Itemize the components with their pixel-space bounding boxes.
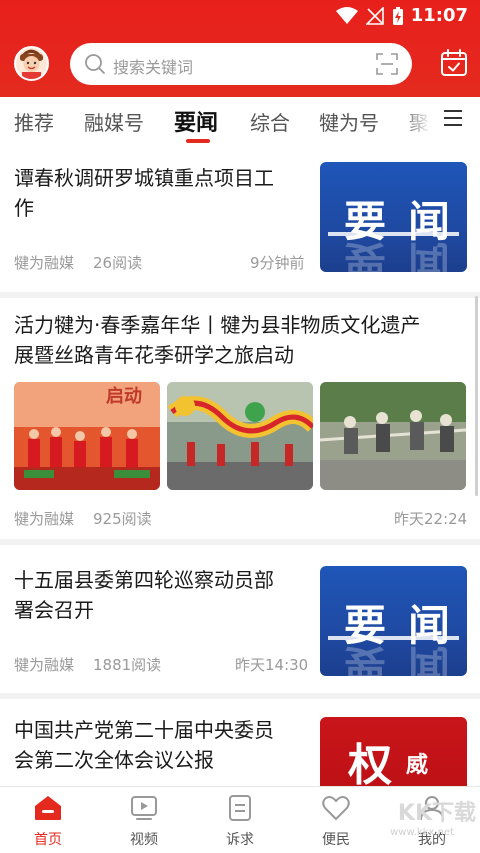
search-icon <box>85 54 105 74</box>
article-reads: 925阅读 <box>93 510 152 528</box>
tab-media[interactable]: 融媒号 <box>84 107 144 136</box>
article-photo <box>167 382 313 490</box>
bottom-nav: 首页 视频 诉求 便民 我的 KK下载 www.kkx.net <box>0 786 480 853</box>
article-source: 犍为融媒 <box>14 254 75 272</box>
thumb-reflection: 闻 <box>408 641 451 676</box>
article-thumbnail: 权 威 <box>320 717 467 786</box>
article-title: 活力犍为·春季嘉年华丨犍为县非物质文化遗产 展暨丝路青年花季研学之旅启动 <box>14 310 420 370</box>
article-thumbnail: 要 闻 要 闻 <box>320 162 467 272</box>
app-header: 11:07 搜索关键词 <box>0 0 480 97</box>
menu-icon[interactable] <box>442 108 464 128</box>
active-tab-indicator <box>186 139 210 143</box>
list-item[interactable]: 十五届县委第四轮巡察动员部 署会召开 犍为融媒 1881阅读 昨天14:30 要… <box>0 545 480 693</box>
thumb-char: 威 <box>406 753 429 778</box>
search-bar[interactable]: 搜索关键词 <box>70 43 412 85</box>
article-title: 中国共产党第二十届中央委员 会第二次全体会议公报 <box>14 715 274 775</box>
article-title-line: 会第二次全体会议公报 <box>14 748 214 772</box>
watermark: KK下载 <box>397 801 476 826</box>
nav-label: 首页 <box>34 832 62 848</box>
tab-fade <box>400 97 440 145</box>
article-time: 昨天22:24 <box>394 510 468 528</box>
tab-news[interactable]: 要闻 <box>174 105 218 137</box>
article-reads: 1881阅读 <box>93 656 162 674</box>
article-title-line: 中国共产党第二十届中央委员 <box>14 718 274 742</box>
photo-banner-text: 启动 <box>106 385 142 407</box>
article-title: 十五届县委第四轮巡察动员部 署会召开 <box>14 565 274 625</box>
status-icons <box>336 6 404 26</box>
article-title-line: 活力犍为·春季嘉年华丨犍为县非物质文化遗产 <box>14 313 421 337</box>
article-title-line: 署会召开 <box>14 598 94 622</box>
list-item[interactable]: 中国共产党第二十届中央委员 会第二次全体会议公报 权 威 <box>0 699 480 786</box>
nav-appeal[interactable]: 诉求 <box>205 795 275 849</box>
heart-icon <box>322 796 350 821</box>
nav-home[interactable]: 首页 <box>13 795 83 849</box>
no-signal-icon <box>366 7 384 25</box>
photo-tug-of-war-image <box>320 382 466 490</box>
search-placeholder[interactable]: 搜索关键词 <box>113 54 193 78</box>
scan-icon[interactable] <box>376 53 398 75</box>
photo-performance-image: 启动 <box>14 382 160 490</box>
nav-label: 视频 <box>130 832 158 848</box>
nav-label: 诉求 <box>226 832 254 848</box>
news-feed: 谭春秋调研罗城镇重点项目工 作 犍为融媒 26阅读 9分钟前 要 闻 要 闻 活… <box>0 146 480 786</box>
nav-label: 便民 <box>322 832 350 848</box>
article-thumbnail: 要 闻 要 闻 <box>320 566 467 676</box>
thumb-char: 权 <box>348 740 392 786</box>
article-title-line: 谭春秋调研罗城镇重点项目工 <box>14 166 274 190</box>
appeal-icon <box>229 795 251 821</box>
article-title-line: 十五届县委第四轮巡察动员部 <box>14 568 274 592</box>
status-time: 11:07 <box>410 5 468 26</box>
tab-general[interactable]: 综合 <box>250 107 290 136</box>
article-title-line: 展暨丝路青年花季研学之旅启动 <box>14 343 294 367</box>
avatar-icon <box>16 48 47 79</box>
article-photo <box>320 382 466 490</box>
article-title-line: 作 <box>14 196 34 220</box>
watermark-url: www.kkx.net <box>390 827 454 838</box>
nav-video[interactable]: 视频 <box>109 795 179 849</box>
article-source: 犍为融媒 <box>14 656 75 674</box>
video-icon <box>131 796 157 820</box>
list-item[interactable]: 谭春秋调研罗城镇重点项目工 作 犍为融媒 26阅读 9分钟前 要 闻 要 闻 <box>0 146 480 292</box>
user-avatar[interactable] <box>14 46 49 81</box>
wifi-icon <box>336 7 358 24</box>
thumb-reflection: 要 <box>344 641 387 676</box>
photo-dragon-dance-image <box>167 382 313 490</box>
status-bar: 11:07 <box>0 0 480 32</box>
thumb-reflection: 要 <box>344 237 387 272</box>
nav-service[interactable]: 便民 <box>301 795 371 849</box>
article-photo: 启动 <box>14 382 160 490</box>
thumb-reflection: 闻 <box>408 237 451 272</box>
article-reads: 26阅读 <box>93 254 143 272</box>
calendar-checkin-icon[interactable] <box>440 48 468 78</box>
article-source: 犍为融媒 <box>14 510 75 528</box>
article-time: 9分钟前 <box>250 254 305 272</box>
battery-charging-icon <box>393 7 403 25</box>
tab-qianwei[interactable]: 犍为号 <box>319 107 379 136</box>
article-time: 昨天14:30 <box>235 656 309 674</box>
home-icon <box>35 796 61 820</box>
tab-recommend[interactable]: 推荐 <box>14 107 54 136</box>
feed-scrollbar[interactable] <box>475 296 478 496</box>
article-title: 谭春秋调研罗城镇重点项目工 作 <box>14 163 274 223</box>
